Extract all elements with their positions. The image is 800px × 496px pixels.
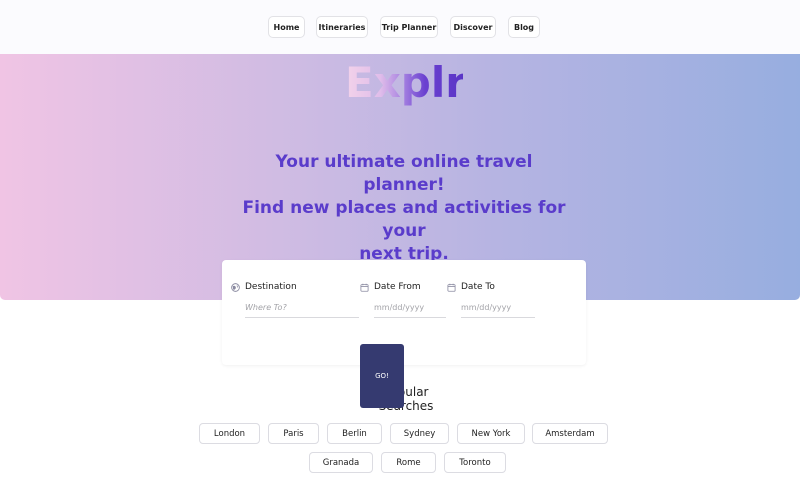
date-to-label-group: Date To [447, 281, 495, 293]
calendar-icon [360, 283, 369, 292]
nav-discover-button[interactable]: Discover [450, 16, 496, 38]
city-chip-rome[interactable]: Rome [381, 452, 436, 473]
city-chip-amsterdam[interactable]: Amsterdam [532, 423, 608, 444]
date-to-input[interactable] [461, 298, 535, 318]
city-chip-sydney[interactable]: Sydney [390, 423, 449, 444]
date-to-label: Date To [461, 282, 495, 292]
nav-itineraries-button[interactable]: Itineraries [316, 16, 368, 38]
destination-label-group: Destination [231, 281, 297, 293]
nav-blog-button[interactable]: Blog [508, 16, 540, 38]
city-chip-toronto[interactable]: Toronto [444, 452, 506, 473]
logo-text: Explra [345, 60, 463, 106]
city-chip-paris[interactable]: Paris [268, 423, 319, 444]
nav-home-button[interactable]: Home [268, 16, 305, 38]
city-chip-berlin[interactable]: Berlin [327, 423, 382, 444]
city-chip-london[interactable]: London [199, 423, 260, 444]
logo[interactable]: Explra [345, 60, 463, 106]
calendar-icon [447, 283, 456, 292]
date-from-label: Date From [374, 282, 421, 292]
hero-tagline: Your ultimate online travel planner! Fin… [240, 151, 568, 266]
nav-trip-planner-button[interactable]: Trip Planner [380, 16, 438, 38]
go-button[interactable]: GO! [360, 344, 404, 408]
destination-input[interactable] [245, 298, 359, 318]
top-navigation: Home Itineraries Trip Planner Discover B… [0, 0, 800, 54]
globe-icon [231, 282, 240, 292]
tagline-line-2: Find new places and activities for your [242, 198, 566, 241]
city-chip-new-york[interactable]: New York [457, 423, 525, 444]
date-from-label-group: Date From [360, 281, 421, 293]
destination-label: Destination [245, 282, 297, 292]
city-chip-granada[interactable]: Granada [309, 452, 373, 473]
date-from-input[interactable] [374, 298, 446, 318]
tagline-line-1: Your ultimate online travel planner! [275, 152, 533, 195]
